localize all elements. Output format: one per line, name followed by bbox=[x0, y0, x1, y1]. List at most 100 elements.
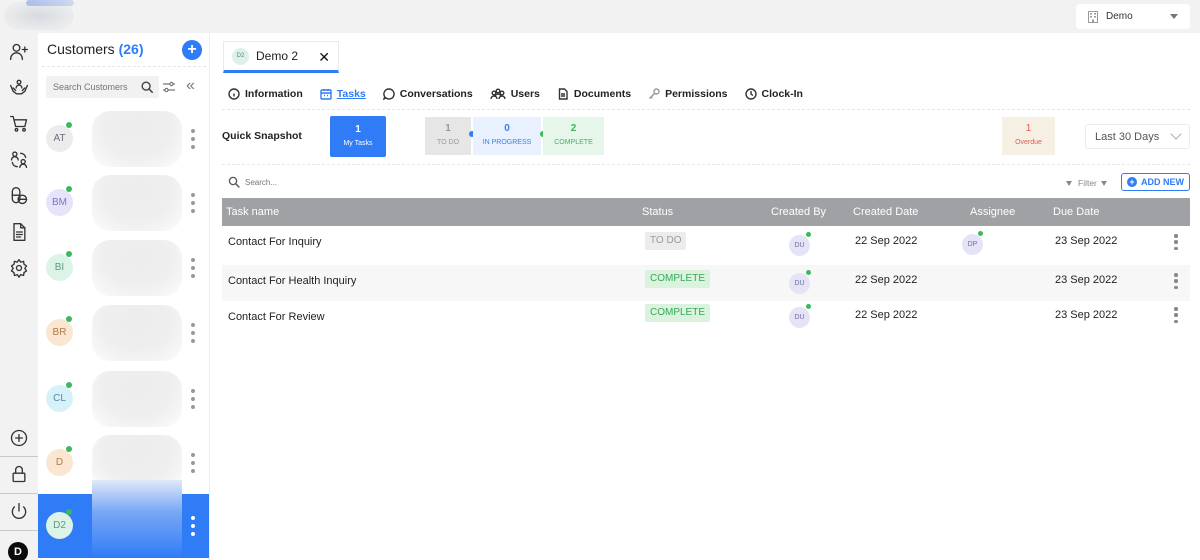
add-new-button[interactable]: + ADD NEW bbox=[1121, 173, 1190, 191]
customer-avatar: BI bbox=[46, 254, 73, 281]
more-options-icon[interactable] bbox=[190, 453, 196, 473]
add-user-icon[interactable] bbox=[7, 40, 31, 64]
filter-sliders-icon[interactable] bbox=[162, 79, 176, 95]
tab-label: Tasks bbox=[336, 88, 366, 100]
customer-list-item[interactable]: BR bbox=[38, 301, 209, 365]
customer-avatar: CL bbox=[46, 385, 73, 412]
snapshot-label: TO DO bbox=[436, 139, 460, 146]
customers-count: (26) bbox=[118, 41, 144, 57]
more-options-icon[interactable] bbox=[190, 323, 196, 343]
filter-button[interactable]: Filter bbox=[1066, 178, 1107, 188]
column-header-created-date[interactable]: Created Date bbox=[853, 206, 918, 218]
snapshot-my-tasks[interactable]: 1 My Tasks bbox=[330, 116, 386, 157]
more-options-icon[interactable] bbox=[190, 516, 196, 536]
online-indicator bbox=[66, 186, 72, 192]
more-options-icon[interactable] bbox=[190, 129, 196, 149]
customer-list-item[interactable]: D2 bbox=[38, 480, 209, 558]
power-icon[interactable] bbox=[7, 499, 31, 523]
row-more-options-icon[interactable] bbox=[1173, 234, 1179, 250]
add-customer-button[interactable]: + bbox=[182, 40, 202, 60]
tab-information[interactable]: Information bbox=[228, 88, 303, 100]
assignee-avatar: DP bbox=[962, 234, 983, 255]
snapshot-todo[interactable]: 1 TO DO bbox=[425, 117, 471, 155]
close-tab-icon[interactable]: ✕ bbox=[318, 49, 330, 66]
settings-icon[interactable] bbox=[7, 256, 31, 280]
snapshot-label: Overdue bbox=[1015, 139, 1042, 146]
task-name[interactable]: Contact For Review bbox=[228, 311, 325, 323]
quick-snapshot-label: Quick Snapshot bbox=[222, 130, 302, 142]
row-more-options-icon[interactable] bbox=[1173, 273, 1179, 289]
customer-tab[interactable]: D2 Demo 2 ✕ bbox=[223, 41, 339, 73]
customer-name-redacted bbox=[92, 305, 182, 361]
customer-avatar: D2 bbox=[46, 512, 73, 539]
column-header-created-by[interactable]: Created By bbox=[771, 206, 826, 218]
tab-clock-in[interactable]: Clock-In bbox=[744, 88, 803, 100]
more-options-icon[interactable] bbox=[190, 193, 196, 213]
search-icon[interactable] bbox=[140, 80, 154, 94]
status-badge: COMPLETE bbox=[645, 270, 711, 288]
care-hands-icon[interactable] bbox=[7, 76, 31, 100]
file-icon bbox=[558, 88, 568, 100]
task-name[interactable]: Contact For Health Inquiry bbox=[228, 275, 356, 287]
document-icon[interactable] bbox=[7, 220, 31, 244]
collapse-panel-icon[interactable]: « bbox=[186, 77, 195, 95]
more-options-icon[interactable] bbox=[190, 389, 196, 409]
snapshot-complete[interactable]: 2 COMPLETE bbox=[543, 117, 604, 155]
clock-icon bbox=[744, 88, 757, 100]
snapshot-label: My Tasks bbox=[343, 140, 373, 147]
customer-list-item[interactable]: AT bbox=[38, 107, 209, 171]
column-header-assignee[interactable]: Assignee bbox=[970, 206, 1015, 218]
table-header: Task name Status Created By Created Date… bbox=[222, 198, 1190, 226]
switch-users-icon[interactable] bbox=[7, 148, 31, 172]
online-indicator bbox=[806, 304, 811, 309]
customer-list-item[interactable]: CL bbox=[38, 367, 209, 431]
created-date: 22 Sep 2022 bbox=[855, 309, 918, 321]
tab-conversations[interactable]: Conversations bbox=[382, 88, 473, 100]
add-circle-icon[interactable] bbox=[7, 426, 31, 450]
app-root: Demo D Customers (26) + Search Customers… bbox=[0, 0, 1200, 560]
online-indicator bbox=[66, 316, 72, 322]
table-row[interactable]: Contact For Inquiry TO DO DU 22 Sep 2022 23 … bbox=[222, 226, 1190, 265]
customer-list-item[interactable]: BI bbox=[38, 236, 209, 300]
tab-documents[interactable]: Documents bbox=[557, 88, 631, 100]
snapshot-count: 1 bbox=[1025, 123, 1032, 134]
caret-down-icon bbox=[1100, 180, 1107, 186]
tab-tasks[interactable]: Tasks bbox=[320, 88, 366, 100]
snapshot-label: COMPLETE bbox=[554, 139, 593, 146]
customer-avatar: BM bbox=[46, 189, 73, 216]
tab-users[interactable]: Users bbox=[489, 88, 540, 100]
profile-avatar[interactable]: D bbox=[8, 542, 28, 560]
customer-avatar: BR bbox=[46, 319, 73, 346]
row-more-options-icon[interactable] bbox=[1173, 307, 1179, 323]
customer-tab-name: Demo 2 bbox=[256, 49, 299, 63]
tab-permissions[interactable]: Permissions bbox=[648, 88, 728, 100]
cart-icon[interactable] bbox=[7, 112, 31, 136]
task-search-input[interactable] bbox=[245, 177, 365, 187]
customer-name-redacted bbox=[92, 240, 182, 296]
building-icon bbox=[1088, 10, 1098, 23]
created-date: 22 Sep 2022 bbox=[855, 235, 918, 247]
snapshot-overdue[interactable]: 1 Overdue bbox=[1002, 117, 1055, 155]
more-options-icon[interactable] bbox=[190, 258, 196, 278]
date-range-select[interactable]: Last 30 Days bbox=[1085, 124, 1190, 149]
customer-tab-avatar: D2 bbox=[232, 47, 249, 65]
snapshot-in-progress[interactable]: 0 IN PROGRESS bbox=[473, 117, 541, 155]
column-header-due-date[interactable]: Due Date bbox=[1053, 206, 1099, 218]
status-badge: TO DO bbox=[645, 232, 687, 250]
created-by-avatar: DU bbox=[789, 307, 810, 328]
customer-search-input[interactable] bbox=[46, 82, 138, 92]
lock-icon[interactable] bbox=[7, 462, 31, 486]
created-by-avatar: DU bbox=[789, 273, 810, 294]
organization-select[interactable]: Demo bbox=[1076, 4, 1190, 29]
customer-list-item[interactable]: BM bbox=[38, 171, 209, 235]
column-header-status[interactable]: Status bbox=[642, 206, 673, 218]
task-name[interactable]: Contact For Inquiry bbox=[228, 236, 322, 248]
table-row[interactable]: Contact For Review COMPLETE DU 22 Sep 2022 2… bbox=[222, 301, 1190, 335]
status-badge: COMPLETE bbox=[645, 304, 711, 322]
date-range-value: Last 30 Days bbox=[1095, 131, 1160, 143]
info-icon bbox=[228, 88, 240, 100]
logo-text bbox=[26, 0, 74, 6]
table-row[interactable]: Contact For Health Inquiry COMPLETE DU 22 S… bbox=[222, 265, 1190, 301]
pills-icon[interactable] bbox=[7, 184, 31, 208]
column-header-task-name[interactable]: Task name bbox=[226, 206, 279, 218]
